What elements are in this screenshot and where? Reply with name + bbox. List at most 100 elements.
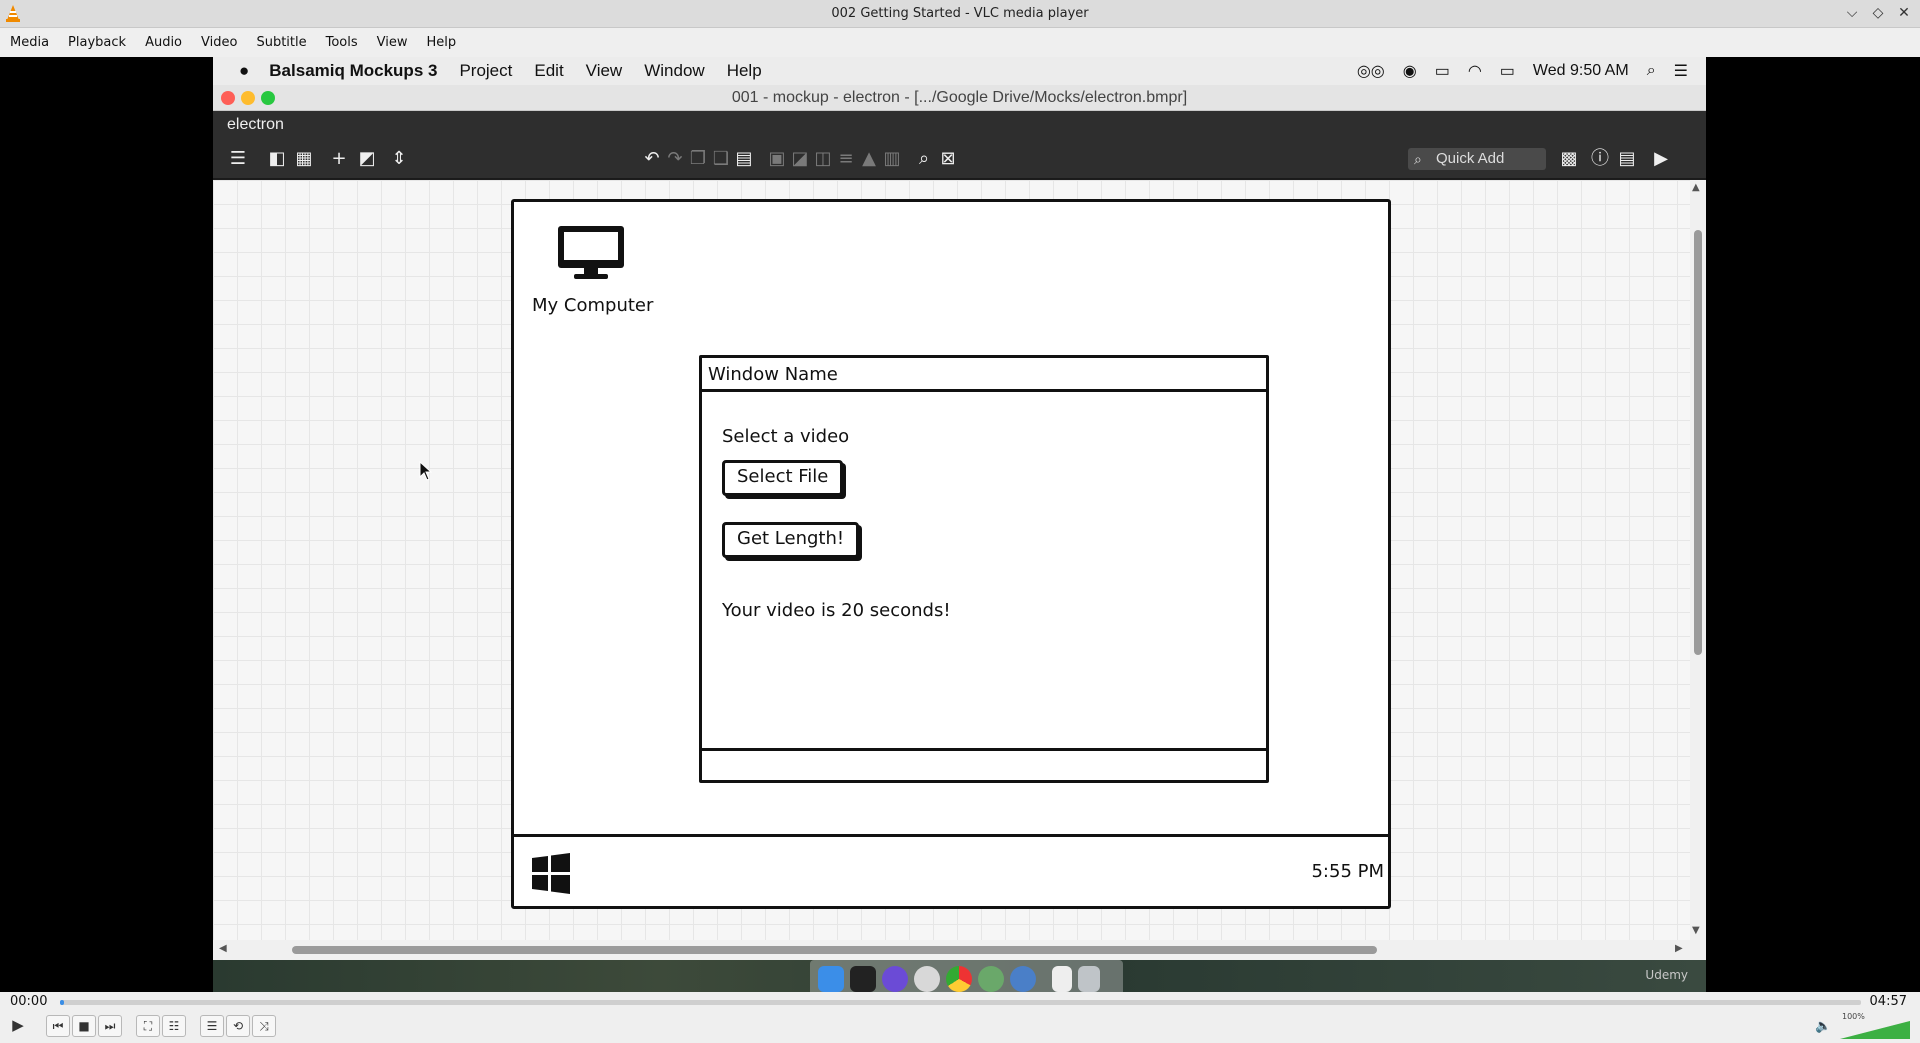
mac-menu-project: Project: [459, 61, 513, 80]
mockup-window-statusbar: [702, 748, 1266, 780]
video-length-result: Your video is 20 seconds!: [722, 600, 951, 621]
battery-icon: ▭: [1499, 63, 1515, 80]
vlc-menubar: Media Playback Audio Video Subtitle Tool…: [0, 28, 1920, 57]
panel-layout-icon: ◧: [268, 148, 286, 169]
close-icon[interactable]: ✕: [1896, 5, 1912, 21]
playlist-button[interactable]: ☰: [200, 1015, 224, 1037]
finder-icon: [818, 965, 844, 992]
trash-icon: ▥: [883, 148, 901, 169]
zoom-search-icon: ⌕: [918, 148, 930, 169]
ui-library-icon: ▩: [1560, 148, 1578, 169]
seek-progress: [60, 1000, 64, 1005]
quick-add-input: ⌕ Quick Add: [1408, 148, 1546, 170]
maximize-icon[interactable]: ◇: [1870, 5, 1886, 21]
balsamiq-window-title: 001 - mockup - electron - [.../Google Dr…: [731, 89, 1188, 106]
menu-audio[interactable]: Audio: [145, 35, 182, 50]
canvas-horizontal-scrollbar: ◀ ▶: [213, 940, 1706, 960]
menu-view[interactable]: View: [377, 35, 408, 50]
menu-subtitle[interactable]: Subtitle: [256, 35, 306, 50]
browser-icon: [1010, 965, 1036, 992]
menu-playback[interactable]: Playback: [68, 35, 126, 50]
wifi-icon: ◠: [1467, 63, 1482, 80]
airplay-icon: ▭: [1434, 63, 1450, 80]
vlc-controls: ▶ ⏮ ■ ⏭ ⛶ ☷ ☰ ⟲ ⤨ 🔈 100%: [0, 1012, 1920, 1043]
computer-monitor-icon: [558, 226, 624, 279]
sort-icon: ⇕: [391, 148, 407, 169]
speaker-icon[interactable]: 🔈: [1815, 1019, 1831, 1034]
glasses-icon: ◎◎: [1356, 63, 1385, 80]
shuffle-button[interactable]: ⤨: [252, 1015, 276, 1037]
group-icon: ▣: [768, 148, 786, 169]
mockup-window: Window Name Select a video Select File G…: [699, 355, 1269, 783]
vertical-scroll-thumb: [1694, 230, 1702, 655]
extended-settings-button[interactable]: ☷: [162, 1015, 186, 1037]
loop-button[interactable]: ⟲: [226, 1015, 250, 1037]
balsamiq-titlebar: 001 - mockup - electron - [.../Google Dr…: [213, 85, 1706, 111]
play-button[interactable]: ▶: [6, 1015, 30, 1037]
search-icon: ⌕: [1414, 151, 1422, 167]
select-file-button: Select File: [722, 460, 844, 496]
total-time: 04:57: [1869, 994, 1907, 1009]
seek-slider[interactable]: [60, 1000, 1861, 1005]
ungroup-icon: ◪: [791, 148, 809, 169]
quick-add-placeholder: Quick Add: [1436, 150, 1505, 167]
scroll-right-icon: ▶: [1675, 943, 1683, 954]
current-time: 00:00: [10, 994, 48, 1009]
chrome-icon: [946, 965, 972, 992]
notes-icon: ▤: [1618, 148, 1636, 169]
mac-clock: Wed 9:50 AM: [1532, 62, 1629, 79]
cut-icon: ❑: [712, 148, 730, 169]
minimize-icon[interactable]: ⌵: [1844, 5, 1860, 21]
record-icon: ◉: [1402, 63, 1417, 80]
mockup-canvas: My Computer Window Name Select a video S…: [213, 180, 1706, 960]
menu-help[interactable]: Help: [427, 35, 457, 50]
fullscreen-button[interactable]: ⛶: [136, 1015, 160, 1037]
mockup-taskbar: 5:55 PM: [514, 834, 1388, 906]
volume-slider[interactable]: [1840, 1021, 1910, 1039]
mac-menu-edit: Edit: [534, 61, 564, 80]
trash-can-icon: [1078, 965, 1100, 992]
menu-video[interactable]: Video: [201, 35, 237, 50]
grid-view-icon: ▦: [295, 148, 313, 169]
vlc-window-title: 002 Getting Started - VLC media player: [831, 6, 1089, 21]
previous-button[interactable]: ⏮: [46, 1015, 70, 1037]
mockup-window-titlebar: Window Name: [702, 358, 1266, 392]
paste-icon: ▤: [735, 148, 753, 169]
notifications-icon: ☰: [1673, 63, 1688, 80]
windows-logo-icon: [532, 853, 570, 894]
align-icon: ≡: [838, 148, 854, 169]
add-icon: +: [331, 148, 347, 169]
stop-button[interactable]: ■: [72, 1015, 96, 1037]
mac-menu-help: Help: [726, 61, 762, 80]
my-computer-label: My Computer: [532, 295, 654, 316]
canvas-vertical-scrollbar: ▲ ▼: [1690, 180, 1706, 940]
terminal-icon: [850, 965, 876, 992]
scroll-left-icon: ◀: [219, 943, 227, 954]
mac-menu-view: View: [585, 61, 623, 80]
get-length-button: Get Length!: [722, 522, 860, 558]
video-area[interactable]: ● Balsamiq Mockups 3 Project Edit View W…: [0, 57, 1920, 992]
menu-media[interactable]: Media: [10, 35, 49, 50]
redo-icon: ↷: [667, 148, 683, 169]
volume-percent: 100%: [1842, 1012, 1865, 1021]
scroll-down-icon: ▼: [1692, 925, 1700, 936]
document-icon: [1052, 965, 1072, 992]
mac-menubar: ● Balsamiq Mockups 3 Project Edit View W…: [213, 57, 1706, 85]
vlc-seek-row: 00:00 04:57: [0, 992, 1920, 1012]
info-icon: ⓘ: [1591, 148, 1609, 169]
mockup-taskbar-clock: 5:55 PM: [1311, 861, 1384, 882]
scroll-up-icon: ▲: [1692, 182, 1700, 193]
select-video-label: Select a video: [722, 426, 850, 447]
mac-desktop-background: Udemy: [213, 960, 1706, 992]
menu-tools[interactable]: Tools: [326, 35, 358, 50]
mockup-desktop: My Computer Window Name Select a video S…: [511, 199, 1391, 909]
udemy-watermark: Udemy: [1645, 968, 1688, 982]
project-bar: electron: [213, 111, 1706, 139]
recorded-mac-screen: ● Balsamiq Mockups 3 Project Edit View W…: [213, 57, 1706, 992]
mockup-window-name: Window Name: [708, 364, 838, 385]
vlc-titlebar: 002 Getting Started - VLC media player ⌵…: [0, 0, 1920, 28]
next-button[interactable]: ⏭: [98, 1015, 122, 1037]
mac-dock: [810, 960, 1123, 992]
lock-icon: ▲: [862, 148, 876, 169]
balsamiq-toolbar: ☰ ◧ ▦ + ◩ ⇕ ↶ ↷ ❐ ❑ ▤ ▣ ◪ ◫ ≡ ▲ ▥ ⌕ ⊠ ⌕ …: [213, 139, 1706, 179]
